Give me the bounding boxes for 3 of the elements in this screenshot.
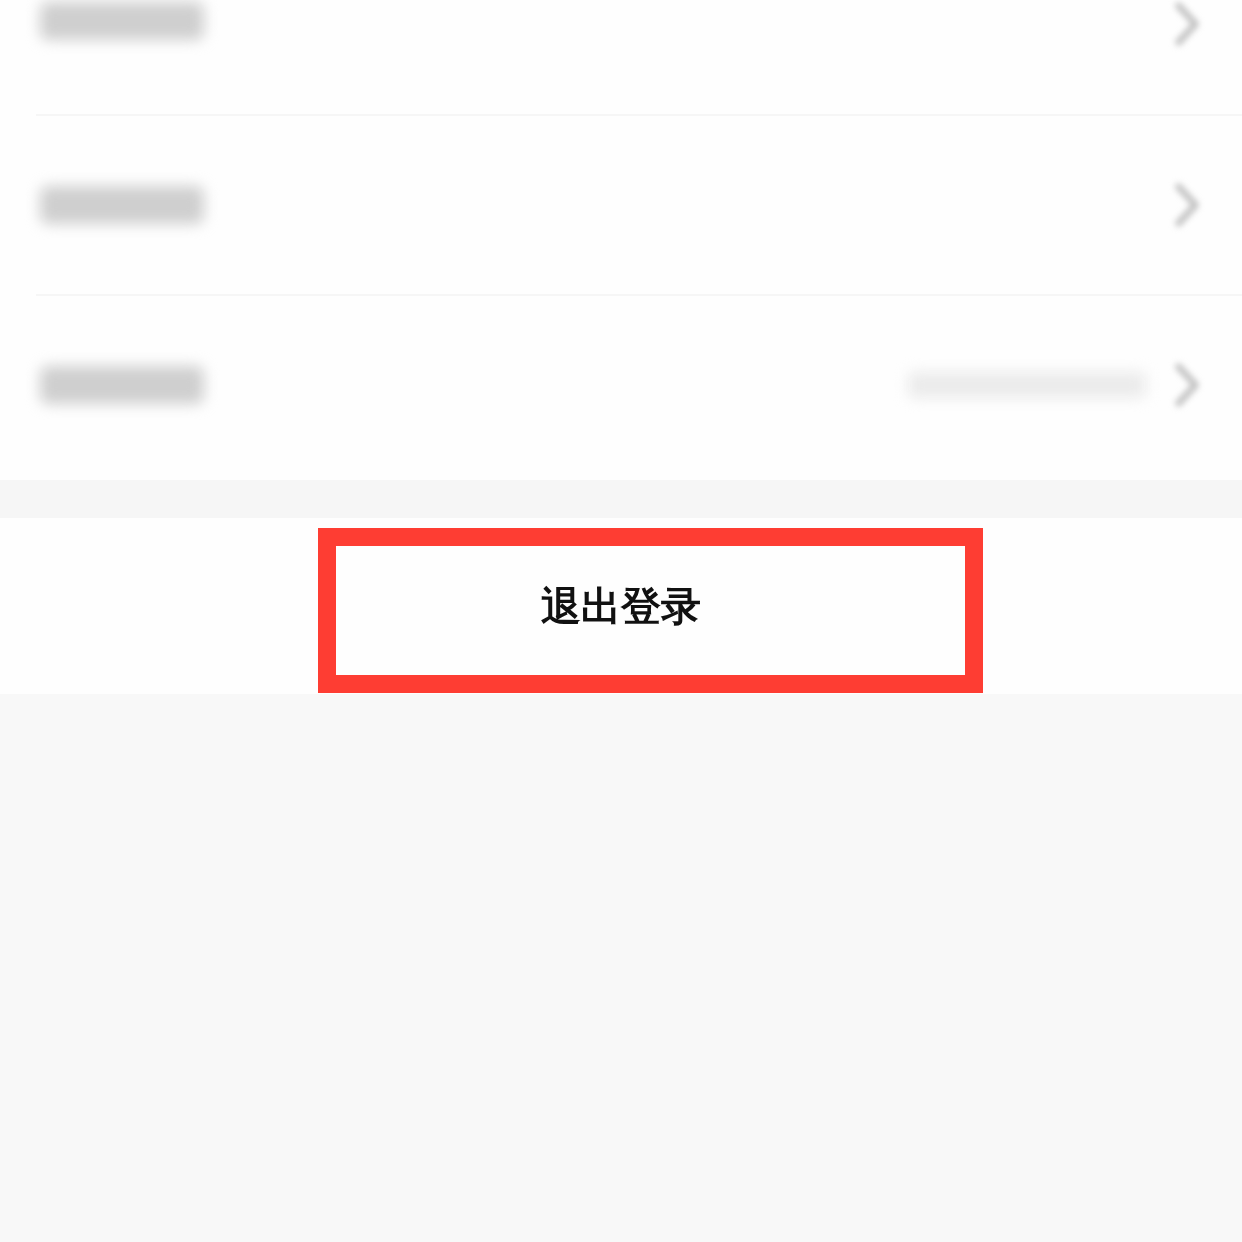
chevron-icon bbox=[1174, 183, 1200, 227]
chevron-icon bbox=[1174, 2, 1200, 46]
chevron-icon bbox=[1174, 363, 1200, 407]
